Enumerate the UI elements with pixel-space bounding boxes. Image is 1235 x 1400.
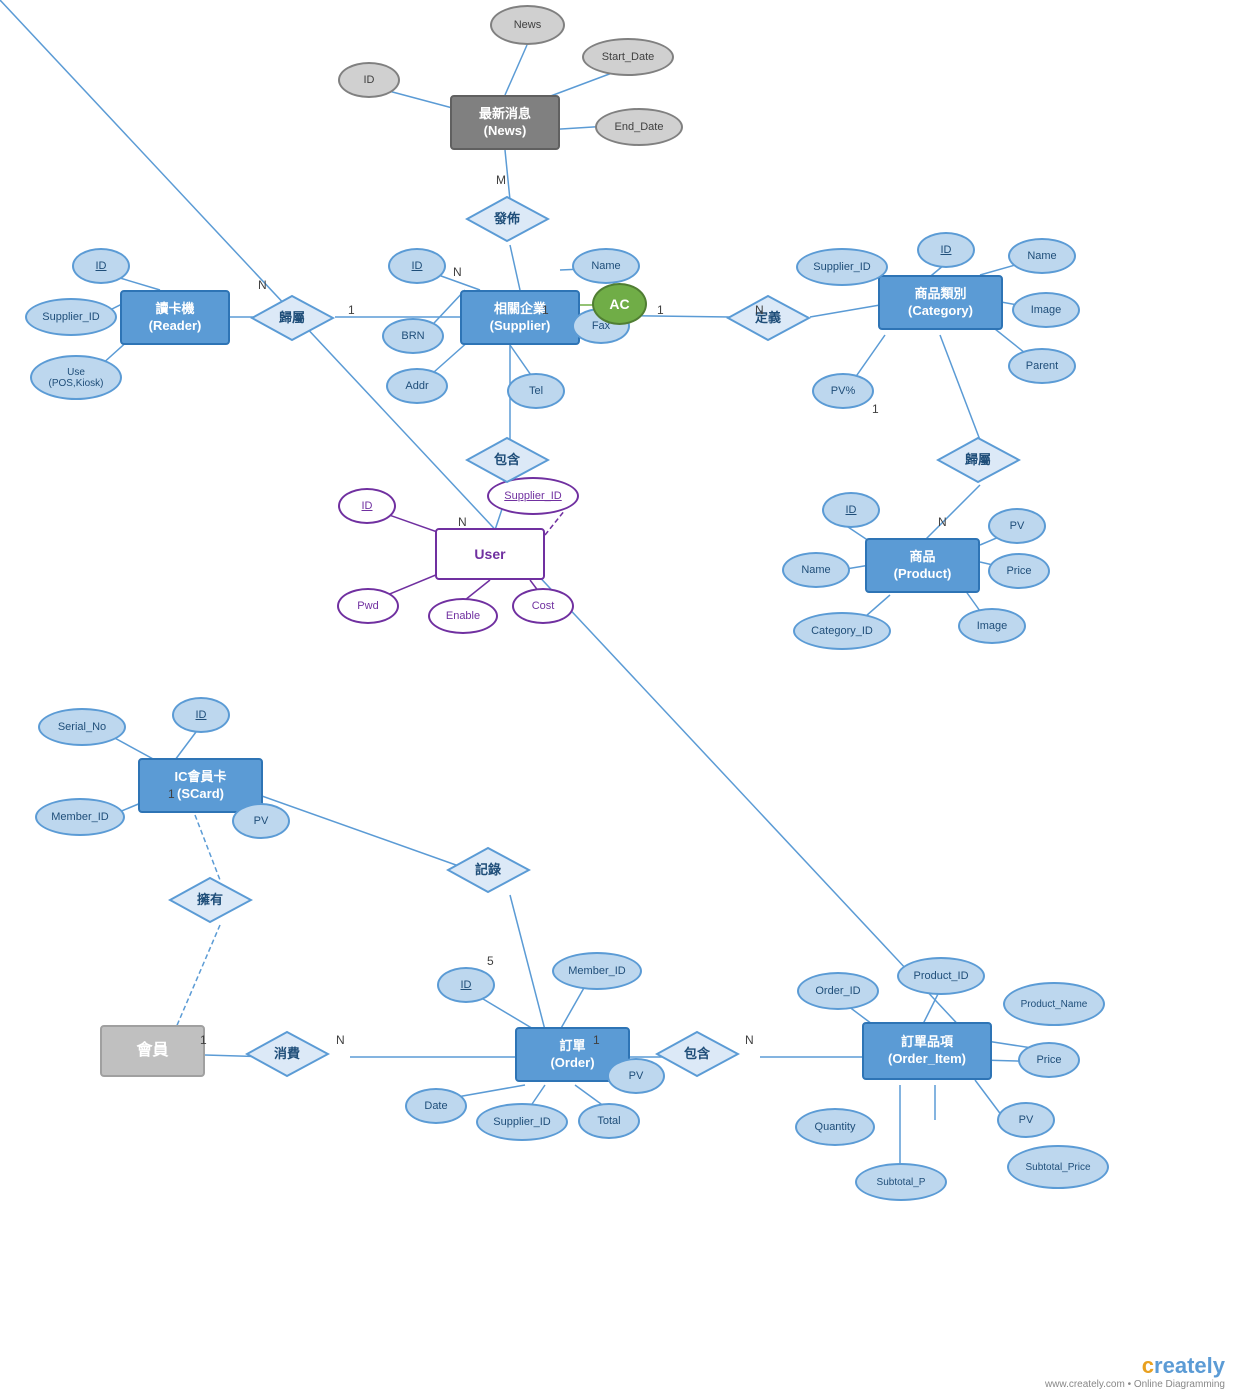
cardinality-n1: N: [453, 265, 462, 279]
product-price-attr: Price: [988, 553, 1050, 589]
user-pwd-attr: Pwd: [337, 588, 399, 624]
product-pv-attr: PV: [988, 508, 1046, 544]
orderitem-productname-attr: Product_Name: [1003, 982, 1105, 1026]
orderitem-productid-attr: Product_ID: [897, 957, 985, 995]
news-entity: 最新消息 (News): [450, 95, 560, 150]
news-id-attr: ID: [338, 62, 400, 98]
order-supplierid-attr: Supplier_ID: [476, 1103, 568, 1141]
yongyou-relationship: 擁有: [168, 876, 253, 924]
cardinality-1f: 1: [200, 1033, 207, 1047]
member-entity: 會員: [100, 1025, 205, 1077]
user-id-attr: ID: [338, 488, 396, 524]
order-total-attr: Total: [578, 1103, 640, 1139]
order-date-attr: Date: [405, 1088, 467, 1124]
category-pv-attr: PV%: [812, 373, 874, 409]
jilu-relationship: 記錄: [446, 846, 531, 894]
supplier-id-attr: ID: [388, 248, 446, 284]
svg-text:包含: 包含: [494, 452, 521, 467]
guishu-reader-relationship: 歸屬: [250, 294, 335, 342]
category-supplierid-attr: Supplier_ID: [796, 248, 888, 286]
cardinality-n5: N: [938, 515, 947, 529]
orderitem-subtotalprice-attr: Subtotal_Price: [1007, 1145, 1109, 1189]
cardinality-1g: 1: [593, 1033, 600, 1047]
product-image-attr: Image: [958, 608, 1026, 644]
product-name-attr: Name: [782, 552, 850, 588]
product-catid-attr: Category_ID: [793, 612, 891, 650]
news-name-attr: News: [490, 5, 565, 45]
orderitem-quantity-attr: Quantity: [795, 1108, 875, 1146]
svg-text:記錄: 記錄: [475, 862, 501, 877]
creately-logo: creately www.creately.com • Online Diagr…: [1045, 1353, 1225, 1390]
product-id-attr: ID: [822, 492, 880, 528]
cardinality-n4: N: [458, 515, 467, 529]
category-image-attr: Image: [1012, 292, 1080, 328]
cardinality-n7: N: [745, 1033, 754, 1047]
supplier-brn-attr: BRN: [382, 318, 444, 354]
supplier-entity: 相關企業 (Supplier): [460, 290, 580, 345]
scard-id-attr: ID: [172, 697, 230, 733]
category-name-attr: Name: [1008, 238, 1076, 274]
cardinality-1a: 1: [348, 303, 355, 317]
supplier-name-attr: Name: [572, 248, 640, 284]
category-parent-attr: Parent: [1008, 348, 1076, 384]
news-startdate-attr: Start_Date: [582, 38, 674, 76]
guishu-category-relationship: 歸屬: [936, 436, 1021, 484]
orderitem-price-attr: Price: [1018, 1042, 1080, 1078]
ac-node: AC: [592, 283, 647, 325]
svg-text:發佈: 發佈: [493, 211, 520, 226]
user-cost-attr: Cost: [512, 588, 574, 624]
user-enable-attr: Enable: [428, 598, 498, 634]
reader-id-attr: ID: [72, 248, 130, 284]
supplier-tel-attr: Tel: [507, 373, 565, 409]
category-id-attr: ID: [917, 232, 975, 268]
svg-text:包含: 包含: [684, 1046, 711, 1061]
er-diagram: 最新消息 (News) 相關企業 (Supplier) 讀卡機 (Reader)…: [0, 0, 1235, 1400]
svg-text:歸屬: 歸屬: [279, 310, 305, 325]
scard-serial-attr: Serial_No: [38, 708, 126, 746]
scard-memberid-attr: Member_ID: [35, 798, 125, 836]
supplier-addr-attr: Addr: [386, 368, 448, 404]
orderitem-pv-attr: PV: [997, 1102, 1055, 1138]
product-entity: 商品 (Product): [865, 538, 980, 593]
dingyi-relationship: 定義: [726, 294, 811, 342]
reader-use-attr: Use (POS,Kiosk): [30, 355, 122, 400]
cardinality-1c: 1: [657, 303, 664, 317]
baohanyou-supplier-relationship: 包含: [465, 436, 550, 484]
cardinality-m: M: [496, 173, 506, 187]
cardinality-n2: N: [258, 278, 267, 292]
svg-text:擁有: 擁有: [197, 892, 223, 907]
xiaofei-relationship: 消費: [245, 1030, 330, 1078]
svg-text:消費: 消費: [274, 1046, 300, 1061]
scard-entity: IC會員卡 (SCard): [138, 758, 263, 813]
reader-supplierid-attr: Supplier_ID: [25, 298, 117, 336]
reader-entity: 讀卡機 (Reader): [120, 290, 230, 345]
order-item-entity: 訂單品項 (Order_Item): [862, 1022, 992, 1080]
baohanyou-order-relationship: 包含: [655, 1030, 740, 1078]
cardinality-n3: N: [755, 303, 764, 317]
user-entity: User: [435, 528, 545, 580]
category-entity: 商品類別 (Category): [878, 275, 1003, 330]
orderitem-orderid-attr: Order_ID: [797, 972, 879, 1010]
scard-pv-attr: PV: [232, 803, 290, 839]
cardinality-1e: 1: [168, 787, 175, 801]
news-enddate-attr: End_Date: [595, 108, 683, 146]
svg-text:歸屬: 歸屬: [965, 452, 991, 467]
cardinality-1d: 1: [872, 402, 879, 416]
cardinality-1b: 1: [542, 303, 549, 317]
order-id-attr: ID: [437, 967, 495, 1003]
cardinality-5: 5: [487, 954, 494, 968]
cardinality-n6: N: [336, 1033, 345, 1047]
fabiao-relationship: 發佈: [465, 195, 550, 243]
order-memberid-attr: Member_ID: [552, 952, 642, 990]
orderitem-subtotalp-attr: Subtotal_P: [855, 1163, 947, 1201]
